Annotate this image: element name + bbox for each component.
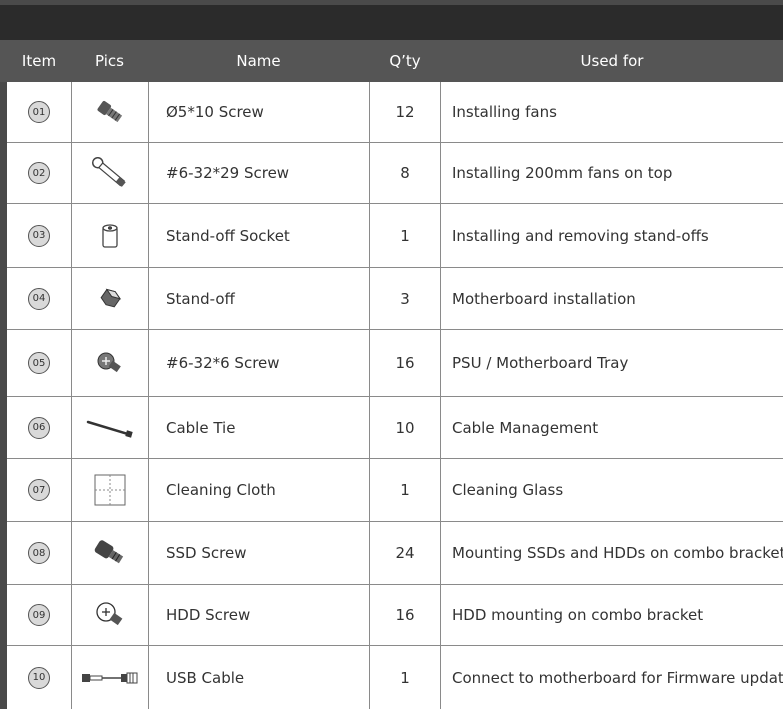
header-name: Name: [236, 52, 281, 70]
table-row: 07 Cleaning Cloth 1 Cleaning Glass: [7, 459, 783, 522]
table-row: 06 Cable Tie 10 Cable Management: [7, 397, 783, 459]
part-qty: 16: [395, 606, 415, 624]
part-qty: 12: [395, 103, 415, 121]
socket-icon: [101, 223, 118, 248]
cloth-icon: [94, 474, 125, 506]
item-badge: 07: [28, 479, 50, 501]
item-badge: 06: [28, 416, 50, 439]
part-name: HDD Screw: [166, 606, 251, 624]
table-row: 09 HDD Screw 16 HDD mounting on combo br…: [7, 585, 783, 646]
part-name: #6-32*29 Screw: [166, 164, 290, 182]
part-qty: 3: [400, 289, 410, 308]
part-name: SSD Screw: [166, 544, 247, 562]
part-use: Mounting SSDs and HDDs on combo bracket: [452, 544, 783, 562]
part-qty: 8: [400, 164, 410, 182]
part-qty: 24: [395, 544, 415, 562]
parts-list-page: Item Pics Name Q’ty Used for 01 Ø5*10 Sc…: [0, 0, 783, 709]
table-row: 10 USB Cable 1 Connect to motherboard fo…: [7, 646, 783, 709]
table-row: 05 #6-32*6 Screw 16 PSU / Motherboard Tr…: [7, 330, 783, 397]
table-row: 02 #6-32*29 Screw 8 Installing 200mm fan…: [7, 143, 783, 204]
hdd-screw-icon: [95, 602, 122, 626]
part-qty: 10: [395, 418, 415, 437]
part-use: Motherboard installation: [452, 289, 636, 308]
item-badge: 09: [28, 604, 50, 626]
item-badge: 02: [28, 162, 50, 184]
item-badge: 05: [28, 352, 50, 374]
ssd-screw-icon: [94, 540, 123, 564]
part-name: Cleaning Cloth: [166, 481, 276, 499]
long-screw-icon: [91, 157, 126, 187]
part-use: Cable Management: [452, 418, 599, 437]
part-name: #6-32*6 Screw: [166, 354, 280, 372]
part-name: Stand-off: [166, 289, 235, 308]
part-name: Ø5*10 Screw: [166, 103, 264, 121]
table-row: 01 Ø5*10 Screw 12 Installing fans: [7, 82, 783, 143]
item-badge: 04: [28, 287, 50, 310]
part-name: Cable Tie: [166, 418, 236, 437]
part-use: PSU / Motherboard Tray: [452, 354, 629, 372]
part-qty: 1: [400, 668, 410, 687]
part-qty: 16: [395, 354, 415, 372]
table-row: 03 Stand-off Socket 1 Installing and rem…: [7, 204, 783, 268]
part-use: Connect to motherboard for Firmware upda…: [452, 668, 783, 687]
part-name: USB Cable: [166, 668, 245, 687]
usb-cable-icon: [81, 672, 137, 683]
table-header: Item Pics Name Q’ty Used for: [0, 40, 783, 82]
table-row: 04 Stand-off 3 Motherboard installation: [7, 268, 783, 330]
table-row: 08 SSD Screw 24 Mounting SSDs and HDDs o…: [7, 522, 783, 585]
header-used-for: Used for: [580, 52, 644, 70]
screw-icon: [97, 352, 121, 373]
part-use: Installing 200mm fans on top: [452, 164, 673, 182]
standoff-icon: [100, 288, 121, 307]
part-use: HDD mounting on combo bracket: [452, 606, 704, 624]
header-qty: Q’ty: [389, 52, 421, 70]
top-title-bar: [0, 0, 783, 40]
cable-tie-icon: [86, 420, 133, 438]
part-use: Cleaning Glass: [452, 481, 564, 499]
part-name: Stand-off Socket: [166, 226, 290, 245]
part-use: Installing and removing stand-offs: [452, 226, 709, 245]
item-badge: 08: [28, 542, 50, 564]
item-badge: 10: [28, 666, 50, 689]
screw-icon: [97, 100, 122, 123]
item-badge: 01: [28, 101, 50, 123]
part-qty: 1: [400, 481, 410, 499]
header-pics: Pics: [95, 52, 124, 70]
part-qty: 1: [400, 226, 410, 245]
header-item: Item: [21, 52, 57, 70]
part-use: Installing fans: [452, 103, 557, 121]
item-badge: 03: [28, 224, 50, 247]
left-border: [0, 40, 7, 709]
